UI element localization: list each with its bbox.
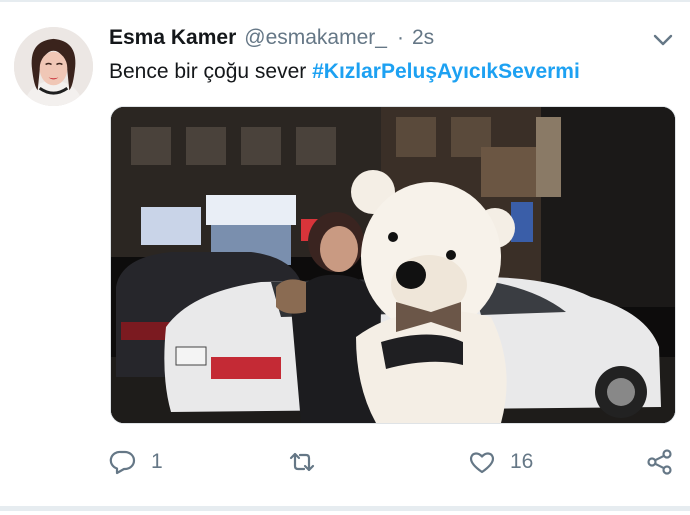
reply-icon (109, 450, 136, 475)
like-count: 16 (510, 450, 534, 473)
tweet-photo[interactable] (110, 106, 676, 424)
tweet-header: Esma Kamer @esmakamer_ · 2s (109, 26, 434, 56)
photo-image (111, 107, 675, 423)
avatar[interactable] (14, 27, 93, 106)
chevron-down-icon[interactable] (652, 32, 674, 48)
author-handle[interactable]: @esmakamer_ (244, 26, 387, 50)
retweet-icon (289, 452, 315, 472)
reply-count: 1 (151, 450, 163, 473)
separator-dot: · (396, 26, 404, 49)
heart-icon (470, 452, 494, 474)
share-button[interactable] (646, 440, 674, 484)
hashtag-link[interactable]: #KızlarPeluşAyıcıkSevermi (312, 60, 580, 83)
tweet-text: Bence bir çoğu sever #KızlarPeluşAyıcıkS… (109, 60, 580, 84)
tweet-timestamp[interactable]: 2s (412, 26, 434, 50)
like-button[interactable]: 16 (468, 440, 533, 484)
tweet-text-body: Bence bir çoğu sever (109, 60, 313, 83)
author-name[interactable]: Esma Kamer (109, 26, 236, 50)
retweet-button[interactable] (288, 440, 316, 484)
reply-button[interactable]: 1 (109, 440, 163, 484)
avatar-image (14, 27, 93, 106)
tweet-actions: 1 16 (0, 440, 690, 484)
bottom-divider (0, 506, 690, 511)
share-icon (647, 449, 672, 475)
top-divider (0, 0, 690, 2)
